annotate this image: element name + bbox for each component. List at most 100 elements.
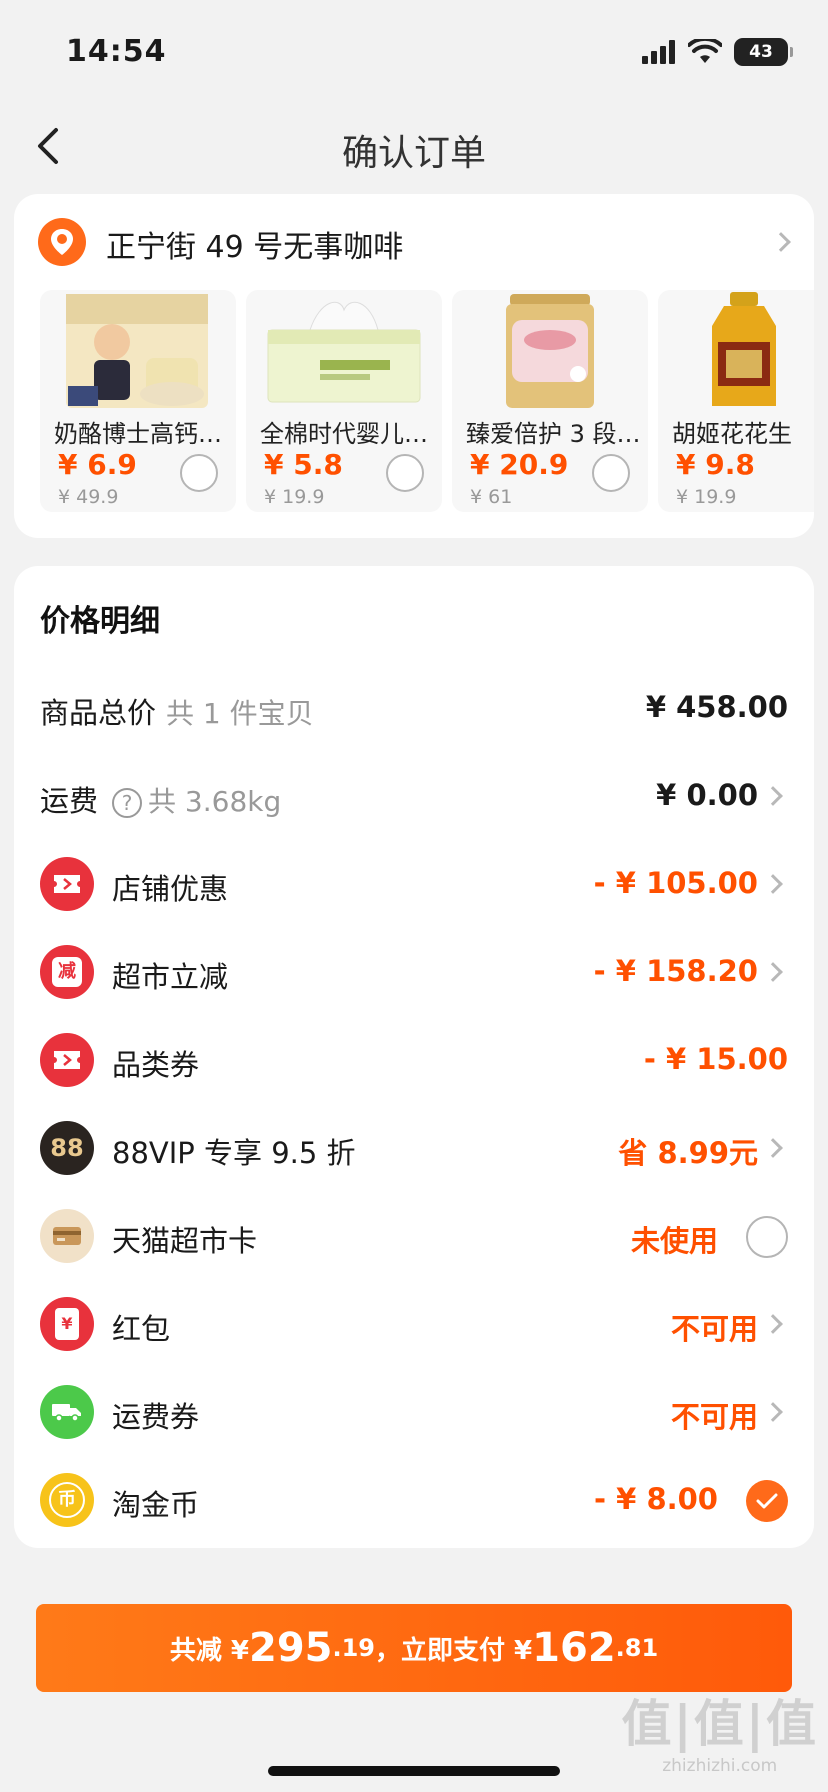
supermarket-reduction-row[interactable]: 减 超市立减 - ¥ 158.20 [14, 928, 814, 1016]
product-price: ¥ 6.9 [58, 448, 137, 481]
subtotal-label-text: 商品总价 [40, 696, 157, 730]
row-label: 店铺优惠 [112, 872, 229, 906]
row-label: 超市立减 [112, 960, 229, 994]
reduce-icon-text: 减 [52, 957, 82, 987]
price-detail-title: 价格明细 [40, 604, 160, 639]
product-carousel[interactable]: 奶酪博士高钙… ¥ 6.9 ¥ 49.9 全棉时代婴儿… ¥ 5.8 ¥ 19.… [40, 290, 814, 512]
row-value: - ¥ 15.00 [643, 1042, 788, 1076]
vip88-icon: 88 [40, 1121, 94, 1175]
row-label: 天猫超市卡 [112, 1224, 258, 1258]
product-original-price: ¥ 19.9 [264, 486, 325, 508]
chevron-right-icon [763, 1402, 783, 1422]
red-packet-row[interactable]: ¥ 红包 不可用 [14, 1280, 814, 1368]
peanut-oil-bottle-image [712, 292, 776, 406]
subtotal-value: ¥ 458.00 [645, 690, 788, 724]
pay-middle: ，立即支付 ¥ [375, 1635, 533, 1666]
shipping-coupon-row[interactable]: 运费券 不可用 [14, 1368, 814, 1456]
page-title: 确认订单 [341, 133, 486, 174]
order-confirm-page: 14:54 43 确认订单 正宁街 49 号无事咖啡 奶酪博士高钙… ¥ 6.9… [0, 0, 828, 1792]
reduce-amount-int: 295 [248, 1625, 333, 1671]
nav-bar: 确认订单 [0, 100, 828, 192]
category-coupon-row: 品类券 - ¥ 15.00 [14, 1016, 814, 1104]
red-packet-icon-text: ¥ [55, 1308, 79, 1340]
shipping-label: 运费? 共 3.68kg [40, 778, 281, 820]
tissue-box-image [267, 301, 421, 403]
pay-button[interactable]: 共减 ¥295.19 ，立即支付 ¥162.81 [36, 1604, 792, 1692]
row-value: - ¥ 105.00 [593, 866, 758, 900]
status-bar: 14:54 43 [0, 0, 828, 100]
product-card[interactable]: 全棉时代婴儿… ¥ 5.8 ¥ 19.9 [246, 290, 442, 512]
row-label: 88VIP 专享 9.5 折 [112, 1136, 356, 1170]
chevron-right-icon [763, 1314, 783, 1334]
row-label: 红包 [112, 1312, 171, 1346]
chevron-right-icon [771, 232, 791, 252]
product-select-radio[interactable] [592, 454, 630, 492]
product-original-price: ¥ 61 [470, 486, 513, 508]
shipping-value: ¥ 0.00 [656, 778, 758, 812]
pay-amount-int: 162 [532, 1625, 616, 1671]
subtotal-count: 共 1 件宝贝 [166, 697, 314, 730]
address-products-card: 正宁街 49 号无事咖啡 奶酪博士高钙… ¥ 6.9 ¥ 49.9 全棉时代婴儿… [14, 194, 814, 538]
vip88-icon-text: 88 [50, 1134, 84, 1162]
watermark-url: zhizhizhi.com [662, 1756, 778, 1776]
row-value: 省 8.99元 [618, 1136, 758, 1170]
card-icon [40, 1209, 94, 1263]
help-icon[interactable]: ? [112, 788, 143, 818]
store-discount-row[interactable]: 店铺优惠 - ¥ 105.00 [14, 840, 814, 928]
shipping-label-text: 运费 [40, 784, 99, 818]
product-price: ¥ 5.8 [264, 448, 343, 481]
row-value: 不可用 [670, 1312, 758, 1346]
product-price: ¥ 20.9 [470, 448, 569, 481]
checkmark-icon[interactable] [746, 1480, 788, 1522]
row-label: 淘金币 [112, 1488, 200, 1522]
watermark: 值|值|值 zhizhizhi.com [621, 1684, 818, 1776]
product-name: 胡姬花花生 [672, 420, 792, 448]
product-name: 奶酪博士高钙… [54, 420, 222, 448]
bottom-bar: 共减 ¥295.19 ，立即支付 ¥162.81 值|值|值 zhizhizhi.… [0, 1576, 828, 1792]
formula-can-image [506, 294, 594, 408]
chevron-right-icon [763, 786, 783, 806]
row-value: 不可用 [670, 1400, 758, 1434]
signal-icon [642, 40, 675, 64]
status-icons: 43 [642, 38, 793, 66]
product-original-price: ¥ 19.9 [676, 486, 737, 508]
chevron-right-icon [763, 874, 783, 894]
shipping-weight: 共 3.68kg [148, 785, 282, 818]
product-card[interactable]: 臻爱倍护 3 段… ¥ 20.9 ¥ 61 [452, 290, 648, 512]
pay-prefix: 共减 ¥ [169, 1635, 249, 1666]
product-name: 全棉时代婴儿… [260, 420, 428, 448]
price-detail-card: 价格明细 商品总价共 1 件宝贝 ¥ 458.00 运费? 共 3.68kg ¥ … [14, 566, 814, 1548]
tmall-card-radio[interactable] [746, 1216, 788, 1258]
vip-discount-row[interactable]: 88 88VIP 专享 9.5 折 省 8.99元 [14, 1104, 814, 1192]
row-value: - ¥ 158.20 [593, 954, 758, 988]
row-label: 运费券 [112, 1400, 200, 1434]
coin-icon: 币 [40, 1473, 94, 1527]
row-value: 未使用 [630, 1224, 718, 1258]
chevron-right-icon [763, 1138, 783, 1158]
tmall-card-row[interactable]: 天猫超市卡 未使用 [14, 1192, 814, 1280]
coin-icon-text: 币 [49, 1482, 85, 1518]
watermark-logo: 值|值|值 [621, 1695, 818, 1753]
product-select-radio[interactable] [386, 454, 424, 492]
product-card[interactable]: 奶酪博士高钙… ¥ 6.9 ¥ 49.9 [40, 290, 236, 512]
battery-icon: 43 [734, 38, 793, 66]
product-card[interactable]: 胡姬花花生 ¥ 9.8 ¥ 19.9 [658, 290, 814, 512]
row-label: 品类券 [112, 1048, 200, 1082]
address-row[interactable]: 正宁街 49 号无事咖啡 [14, 194, 814, 290]
status-time: 14:54 [66, 34, 167, 69]
row-value: - ¥ 8.00 [594, 1482, 718, 1516]
product-select-radio[interactable] [180, 454, 218, 492]
red-packet-icon: ¥ [40, 1297, 94, 1351]
location-pin-icon [38, 218, 86, 266]
subtotal-label: 商品总价共 1 件宝贝 [40, 690, 314, 732]
coupon-icon [40, 1033, 94, 1087]
subtotal-row: 商品总价共 1 件宝贝 ¥ 458.00 [14, 664, 814, 752]
ticket-icon [40, 857, 94, 911]
wifi-icon [688, 39, 722, 63]
product-price: ¥ 9.8 [676, 448, 755, 481]
chevron-right-icon [763, 962, 783, 982]
shipping-row[interactable]: 运费? 共 3.68kg ¥ 0.00 [14, 752, 814, 840]
truck-icon [40, 1385, 94, 1439]
product-name: 臻爱倍护 3 段… [466, 420, 641, 448]
taojinbi-row[interactable]: 币 淘金币 - ¥ 8.00 [14, 1456, 814, 1544]
